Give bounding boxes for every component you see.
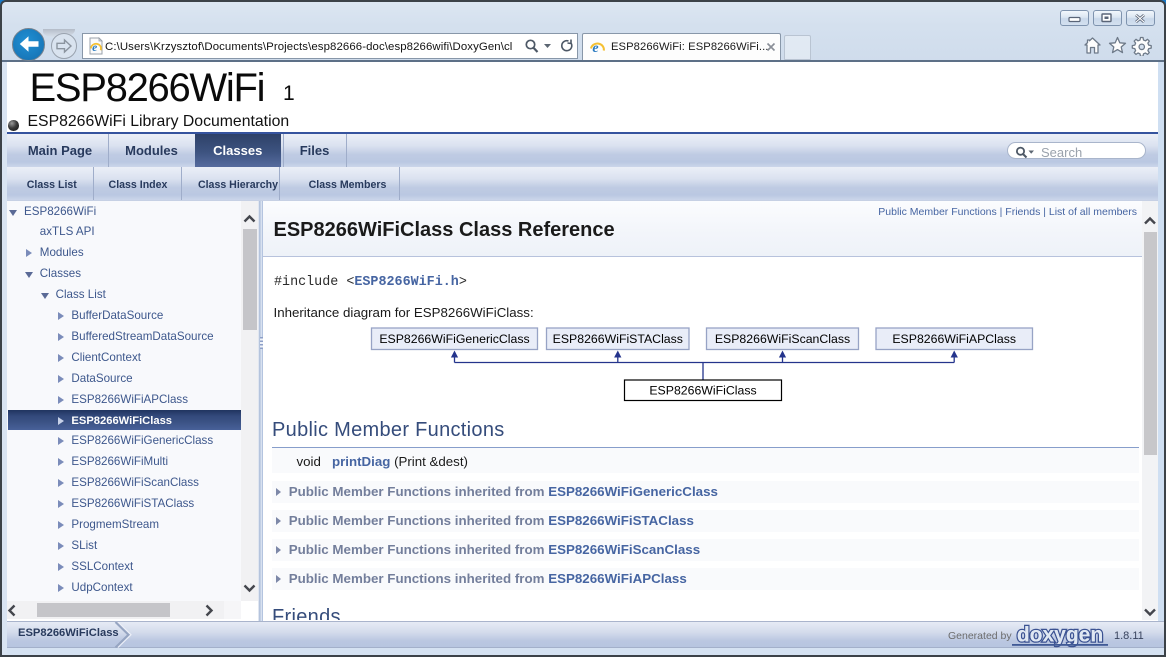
svg-text:e: e — [92, 42, 97, 54]
svg-text:ESP8266WiFiScanClass: ESP8266WiFiScanClass — [714, 332, 849, 346]
svg-text:ESP8266WiFiSTAClass: ESP8266WiFiSTAClass — [552, 332, 682, 346]
svg-text:e: e — [592, 41, 598, 55]
svg-text:ESP8266WiFiAPClass: ESP8266WiFiAPClass — [892, 332, 1016, 346]
svg-text:doxygen: doxygen — [1017, 624, 1103, 647]
svg-text:ESP8266WiFiGenericClass: ESP8266WiFiGenericClass — [379, 332, 529, 346]
svg-text:ESP8266WiFiClass: ESP8266WiFiClass — [649, 384, 756, 398]
